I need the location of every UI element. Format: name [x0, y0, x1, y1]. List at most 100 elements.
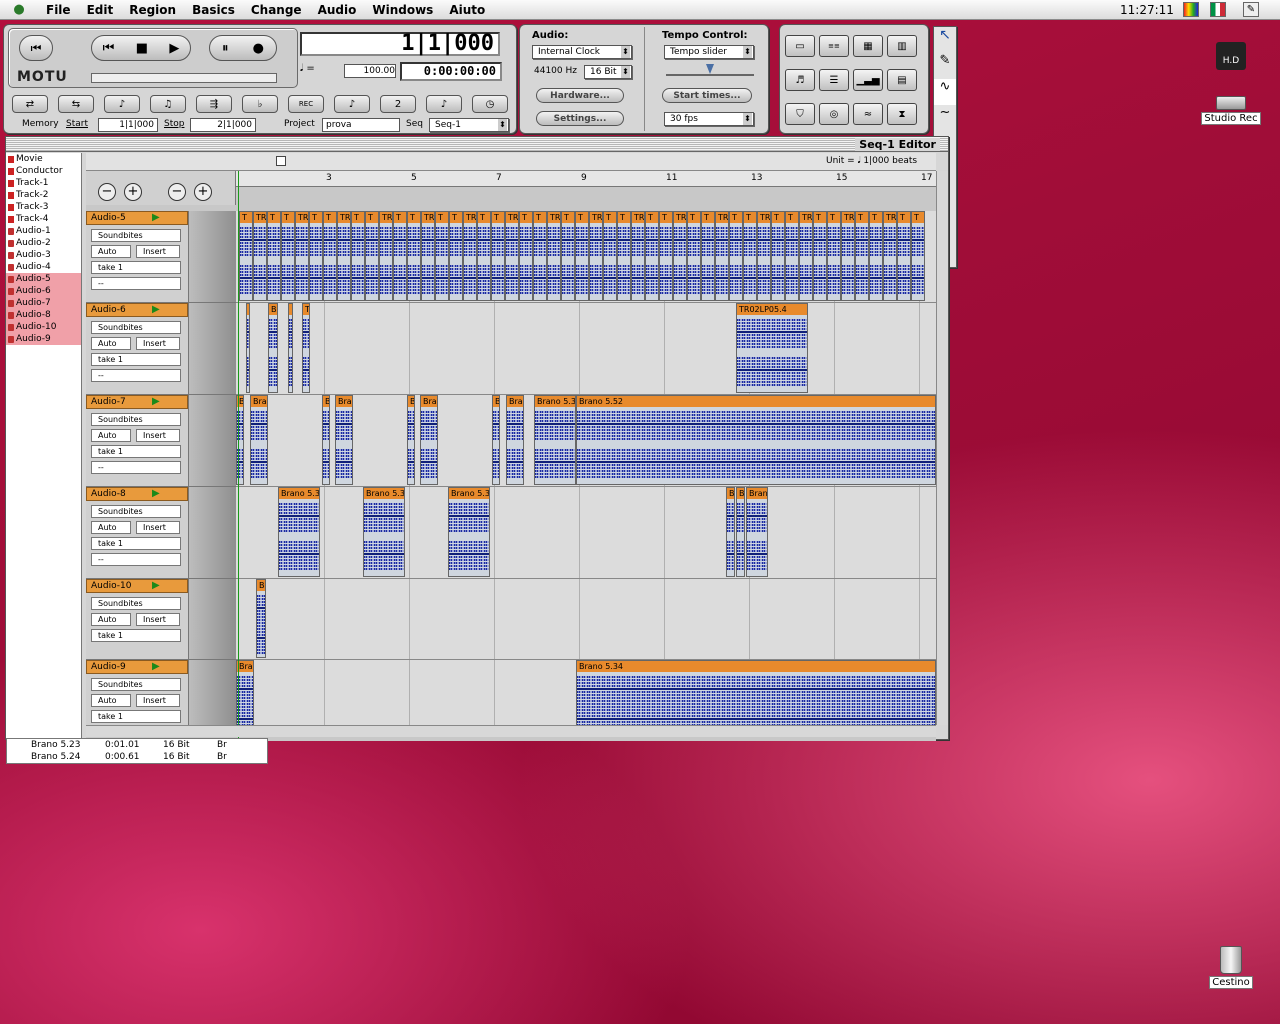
edit-mode-popup[interactable]: Insert [136, 429, 180, 442]
audio-clip[interactable]: TR [295, 211, 309, 301]
tracklist-item[interactable]: Conductor [6, 165, 81, 177]
zoom-in-icon[interactable]: + [124, 183, 142, 201]
tracklist-item[interactable]: Audio-2 [6, 237, 81, 249]
auto-record-button[interactable]: ♪ [334, 95, 370, 113]
audio-clip[interactable]: TR [673, 211, 687, 301]
rec-button[interactable]: REC [288, 95, 324, 113]
app-switcher-icon[interactable]: ✎ [1243, 2, 1259, 17]
mode-popup[interactable]: Auto [91, 521, 131, 534]
zoom-in-vertical-icon[interactable]: + [194, 183, 212, 201]
audio-clip[interactable]: Brano 5.3 [278, 487, 320, 577]
menu-audio[interactable]: Audio [310, 3, 365, 17]
audio-clip[interactable]: T [519, 211, 533, 301]
menu-change[interactable]: Change [243, 3, 310, 17]
audio-clip[interactable]: T [687, 211, 701, 301]
notation-icon[interactable]: ♬ [785, 69, 815, 91]
audio-clip[interactable]: T [435, 211, 449, 301]
metronome-button[interactable]: ♪ [104, 95, 140, 113]
audio-clip[interactable]: T [533, 211, 547, 301]
audio-clip[interactable]: TR [589, 211, 603, 301]
tracklist-item[interactable]: Track-4 [6, 213, 81, 225]
tracklist-item[interactable]: Audio-8 [6, 309, 81, 321]
audio-clip[interactable]: T [827, 211, 841, 301]
color-control-icon[interactable] [1183, 2, 1199, 17]
clock-source-popup[interactable]: Internal Clock [532, 45, 632, 59]
audio-clip[interactable]: T [785, 211, 799, 301]
track-name[interactable]: Audio-5 [86, 211, 188, 225]
apple-menu-icon[interactable]: ● [0, 2, 38, 17]
tempo-source-popup[interactable]: Tempo slider [664, 45, 754, 59]
play-enable-icon[interactable]: ▶ [152, 661, 160, 672]
audio-clip[interactable]: T [869, 211, 883, 301]
audio-clip[interactable]: B [407, 395, 415, 485]
track-lane[interactable]: T TR T T TR T T TR T T TR T T TR T T TR T T TR T T TR T T TR T T TR T… [236, 211, 936, 303]
take-popup[interactable]: take 1 [91, 537, 181, 550]
mixer-icon[interactable]: ▥ [887, 35, 917, 57]
extra-popup[interactable]: -- [91, 461, 181, 474]
menu-file[interactable]: File [38, 3, 79, 17]
hardware-button[interactable]: Hardware... [536, 88, 624, 103]
audio-clip[interactable]: Bra [506, 395, 524, 485]
stop-label[interactable]: Stop [164, 119, 184, 129]
clock-button[interactable]: ◷ [472, 95, 508, 113]
edit-mode-popup[interactable]: Insert [136, 245, 180, 258]
hard-disk-icon[interactable]: H.D [1206, 42, 1256, 70]
tracks-window-icon[interactable]: ▭ [785, 35, 815, 57]
play-enable-icon[interactable]: ▶ [152, 396, 160, 407]
event-list-icon[interactable]: ☰ [819, 69, 849, 91]
audio-clip[interactable]: Bran [746, 487, 768, 577]
take-popup[interactable]: take 1 [91, 710, 181, 723]
track-lane[interactable]: BBraBBraBBraBBraBrano 5.3Brano 5.52 [236, 395, 936, 487]
menu-aiuto[interactable]: Aiuto [441, 3, 493, 17]
loop-button[interactable]: ⇄ [12, 95, 48, 113]
audio-clip[interactable]: Bra [420, 395, 438, 485]
audio-clip[interactable]: T [771, 211, 785, 301]
extra-popup[interactable]: -- [91, 369, 181, 382]
pencil-tool-icon[interactable]: ✎ [934, 53, 956, 79]
audio-clip[interactable]: B [736, 487, 745, 577]
italian-keyboard-icon[interactable] [1210, 2, 1226, 17]
mode-popup[interactable]: Auto [91, 337, 131, 350]
track-lane[interactable]: B T TR02LP05.4 [236, 303, 936, 395]
seq-popup[interactable]: Seq-1 [429, 118, 509, 132]
tracklist-item[interactable]: Audio-1 [6, 225, 81, 237]
zoom-out-vertical-icon[interactable]: − [168, 183, 186, 201]
tracklist-item[interactable]: Audio-9 [6, 333, 81, 345]
audio-clip[interactable]: T [309, 211, 323, 301]
track-name[interactable]: Audio-8 [86, 487, 188, 501]
start-times-button[interactable]: Start times... [662, 88, 752, 103]
audio-clip[interactable]: T [477, 211, 491, 301]
arrow-tool-icon[interactable]: ↖ [934, 27, 956, 53]
audio-clip[interactable]: TR02LP05.4 [736, 303, 808, 393]
settings-button[interactable]: Settings... [536, 111, 624, 126]
play-enable-icon[interactable]: ▶ [152, 580, 160, 591]
fps-popup[interactable]: 30 fps [664, 112, 754, 126]
audio-clip[interactable]: T [449, 211, 463, 301]
audio-clip[interactable]: Brano 5.34 [576, 660, 936, 728]
stop-field[interactable]: 2|1|000 [190, 118, 256, 132]
track-lane[interactable]: Bra Brano 5.34 [236, 660, 936, 730]
audio-clip[interactable]: T [561, 211, 575, 301]
audio-clip[interactable]: Bra [250, 395, 268, 485]
audio-clip[interactable]: T [897, 211, 911, 301]
audio-clip[interactable]: B [322, 395, 330, 485]
audio-clip[interactable]: T [617, 211, 631, 301]
bank-popup[interactable]: Soundbites [91, 597, 181, 610]
studio-rec-icon[interactable]: Studio Rec [1200, 96, 1262, 125]
counter-display[interactable]: 1|1|000 [300, 32, 500, 56]
audio-clip[interactable]: TR [505, 211, 519, 301]
audio-clip[interactable]: TR [421, 211, 435, 301]
play-enable-icon[interactable]: ▶ [152, 304, 160, 315]
meter-icon[interactable]: ▁▃▅ [853, 69, 883, 91]
bit-depth-popup[interactable]: 16 Bit [584, 65, 632, 79]
mode-popup[interactable]: Auto [91, 613, 131, 626]
audio-clip[interactable]: T [351, 211, 365, 301]
audio-clip[interactable]: B [256, 579, 266, 658]
tracklist-item[interactable]: Track-2 [6, 189, 81, 201]
audio-clip[interactable]: TR [799, 211, 813, 301]
audio-clip[interactable] [246, 303, 250, 393]
audio-clip[interactable]: T [603, 211, 617, 301]
tempo-slider-thumb[interactable] [706, 64, 714, 74]
time-display[interactable]: 0:00:00:00 [400, 62, 502, 81]
bank-popup[interactable]: Soundbites [91, 413, 181, 426]
